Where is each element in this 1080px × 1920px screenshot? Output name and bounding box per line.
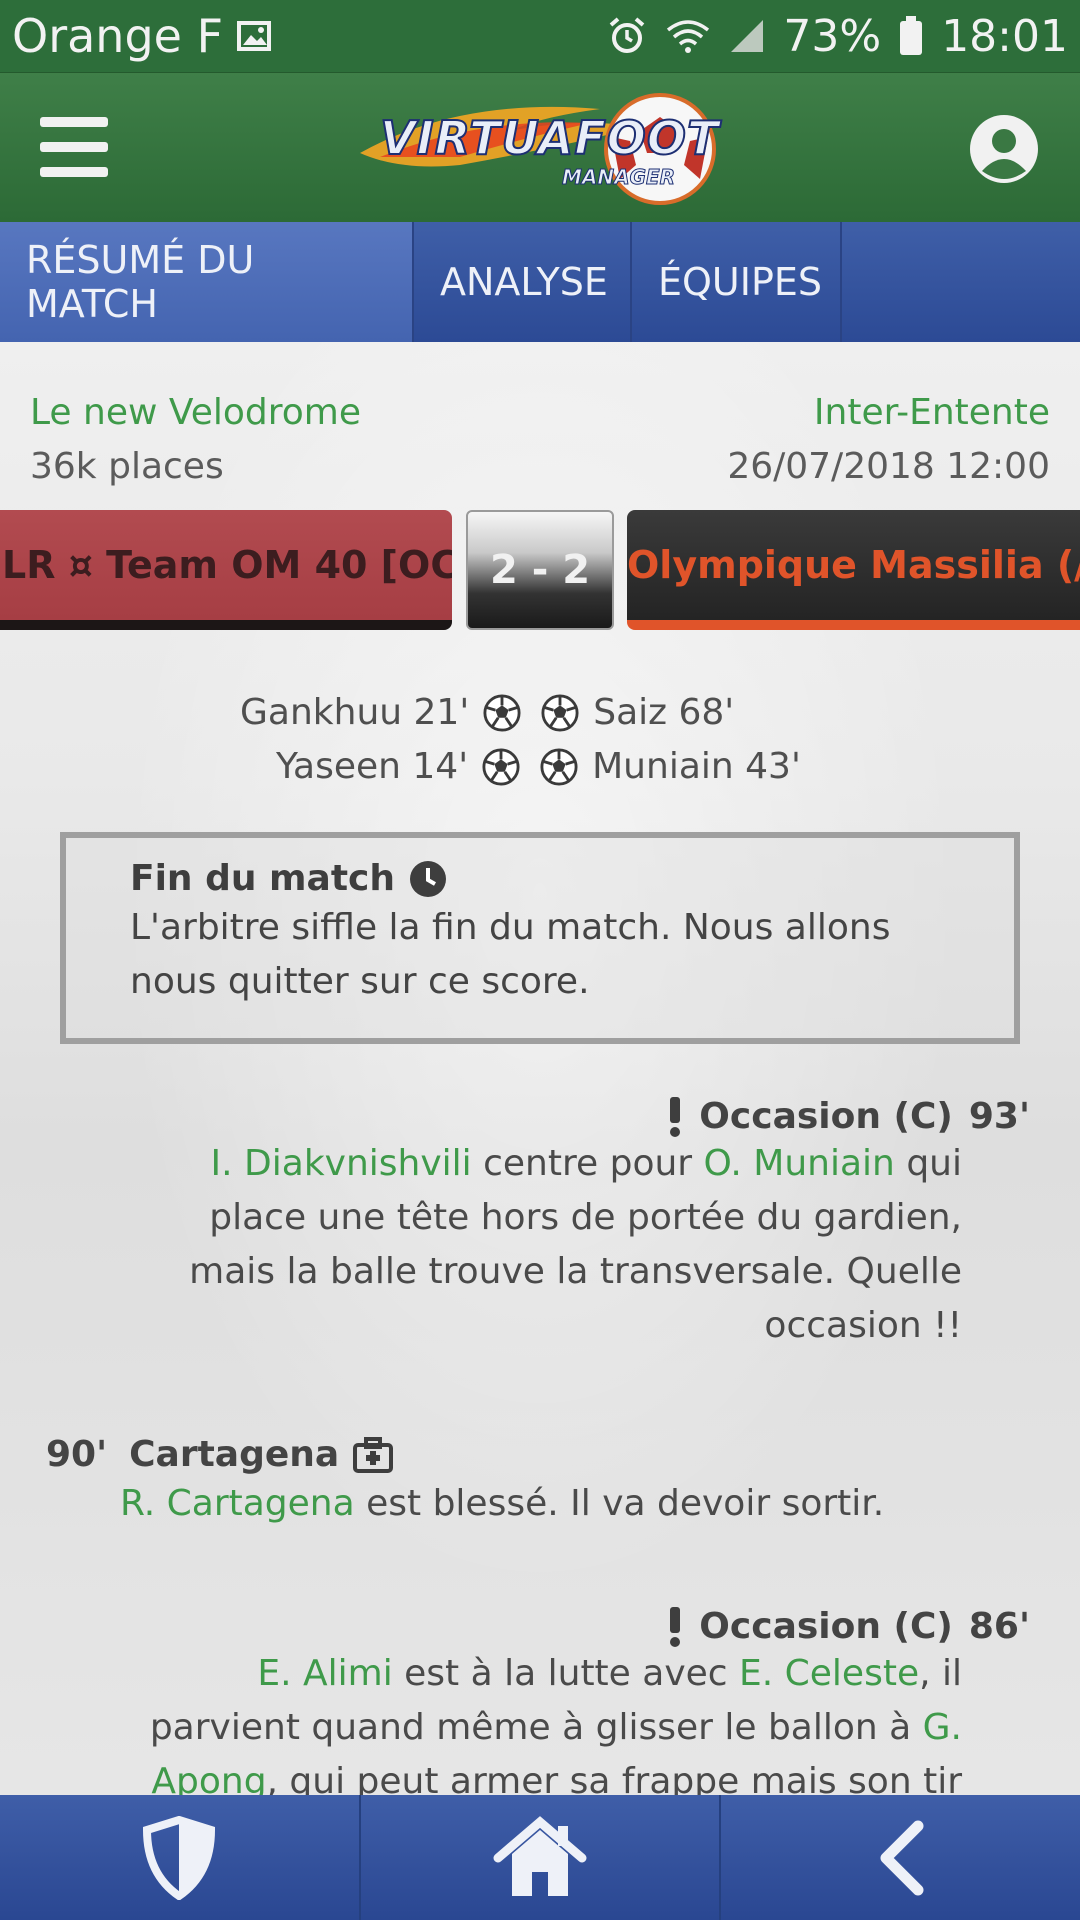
event-text: est blessé. Il va devoir sortir. [354, 1483, 885, 1524]
chevron-left-icon [880, 1820, 924, 1895]
competition-name[interactable]: Inter-Entente [814, 392, 1050, 433]
stadium-capacity: 36k places [30, 446, 224, 487]
end-of-match-text: L'arbitre siffle la fin du match. Nous a… [130, 907, 891, 1002]
event-occasion-93: Occasion (C) 93' I. Diakvnishvili centre… [162, 1096, 1030, 1353]
event-title: Cartagena [129, 1434, 340, 1475]
medical-kit-icon [353, 1436, 394, 1473]
battery-percent: 73% [783, 10, 882, 62]
shield-icon [143, 1815, 216, 1900]
home-scorer: Yaseen 14' [276, 746, 469, 787]
away-team-banner[interactable]: Olympique Massilia (/\) [627, 510, 1080, 630]
tab-analysis[interactable]: ANALYSE [414, 222, 632, 342]
event-minute: 86' [968, 1606, 1030, 1647]
stadium-name[interactable]: Le new Velodrome [30, 392, 361, 433]
player-link[interactable]: E. Celeste [739, 1653, 919, 1694]
carrier-name: Orange F [12, 9, 224, 63]
event-text: centre pour [471, 1143, 704, 1184]
nav-home-button[interactable] [361, 1795, 722, 1920]
event-text: est à la lutte avec [392, 1653, 740, 1694]
event-header: 90' Cartagena [46, 1434, 884, 1475]
logo-subtitle: MANAGER [561, 165, 676, 190]
alarm-icon [607, 16, 647, 56]
event-occasion-86: Occasion (C) 86' E. Alimi est à la lutte… [132, 1606, 1030, 1795]
event-minute: 90' [46, 1434, 108, 1475]
player-link[interactable]: O. Muniain [704, 1143, 895, 1184]
away-scorer: Muniain 43' [592, 746, 801, 787]
player-link[interactable]: E. Alimi [257, 1653, 392, 1694]
end-of-match-title-row: Fin du match [130, 858, 1014, 899]
nav-back-button[interactable] [721, 1795, 1080, 1920]
home-scorer: Gankhuu 21' [240, 692, 470, 733]
tab-teams[interactable]: ÉQUIPES [632, 222, 842, 342]
home-team-name: LR ¤ Team OM 40 [OCD [2, 543, 452, 587]
event-injury-90: 90' Cartagena R. Cartagena est blessé. I… [46, 1434, 884, 1524]
event-header: Occasion (C) 86' [132, 1606, 1030, 1647]
carrier: Orange F [12, 9, 272, 63]
event-description: E. Alimi est à la lutte avec E. Celeste,… [132, 1647, 962, 1795]
nav-club-button[interactable] [0, 1795, 361, 1920]
player-link[interactable]: R. Cartagena [120, 1483, 355, 1524]
soccer-ball-icon [540, 747, 578, 786]
match-info-row-1: Le new Velodrome Inter-Entente [30, 392, 1050, 433]
user-icon[interactable] [968, 113, 1040, 185]
goal-line: Gankhuu 21' Saiz 68' [240, 692, 734, 733]
event-title: Occasion (C) [699, 1096, 953, 1137]
match-summary-content: Le new Velodrome Inter-Entente 36k place… [0, 342, 1080, 1795]
gallery-notification-icon [237, 21, 272, 51]
event-description: I. Diakvnishvili centre pour O. Muniain … [162, 1137, 962, 1353]
event-text: , qui peut armer sa frappe mais son tir [266, 1761, 962, 1795]
end-of-match-box: Fin du match L'arbitre siffle la fin du … [60, 832, 1020, 1044]
status-bar: Orange F 73% 18:01 [0, 0, 1080, 72]
soccer-ball-icon [482, 747, 520, 786]
exclamation-icon [670, 1096, 681, 1137]
score: 2 - 2 [489, 547, 591, 593]
bottom-navigation [0, 1795, 1080, 1920]
end-of-match-title: Fin du match [130, 858, 396, 899]
event-title: Occasion (C) [699, 1606, 953, 1647]
app-header: VIRTUAFOOT MANAGER [0, 72, 1080, 222]
signal-icon [729, 18, 765, 54]
battery-icon [899, 16, 923, 56]
score-box: 2 - 2 [466, 510, 614, 630]
soccer-ball-icon [541, 693, 579, 732]
clock-icon [410, 860, 447, 897]
match-datetime: 26/07/2018 12:00 [727, 446, 1050, 487]
away-scorer: Saiz 68' [593, 692, 735, 733]
tab-bar: RÉSUMÉ DU MATCH ANALYSE ÉQUIPES [0, 222, 1080, 342]
away-team-name: Olympique Massilia (/\) [627, 543, 1080, 587]
home-icon [493, 1815, 587, 1896]
menu-icon[interactable] [40, 117, 108, 177]
match-info-row-2: 36k places 26/07/2018 12:00 [30, 446, 1050, 487]
soccer-ball-icon [483, 693, 521, 732]
logo-title: VIRTUAFOOT [379, 110, 720, 166]
tab-match-summary[interactable]: RÉSUMÉ DU MATCH [0, 222, 414, 342]
event-header: Occasion (C) 93' [162, 1096, 1030, 1137]
home-team-banner[interactable]: LR ¤ Team OM 40 [OCD [0, 510, 452, 630]
exclamation-icon [670, 1606, 681, 1647]
player-link[interactable]: I. Diakvnishvili [211, 1143, 472, 1184]
event-description: R. Cartagena est blessé. Il va devoir so… [120, 1483, 884, 1524]
app-logo: VIRTUAFOOT MANAGER [340, 87, 740, 209]
goal-line: Yaseen 14' Muniain 43' [276, 746, 801, 787]
clock-time: 18:01 [941, 10, 1068, 62]
event-minute: 93' [968, 1096, 1030, 1137]
wifi-icon [665, 18, 711, 54]
